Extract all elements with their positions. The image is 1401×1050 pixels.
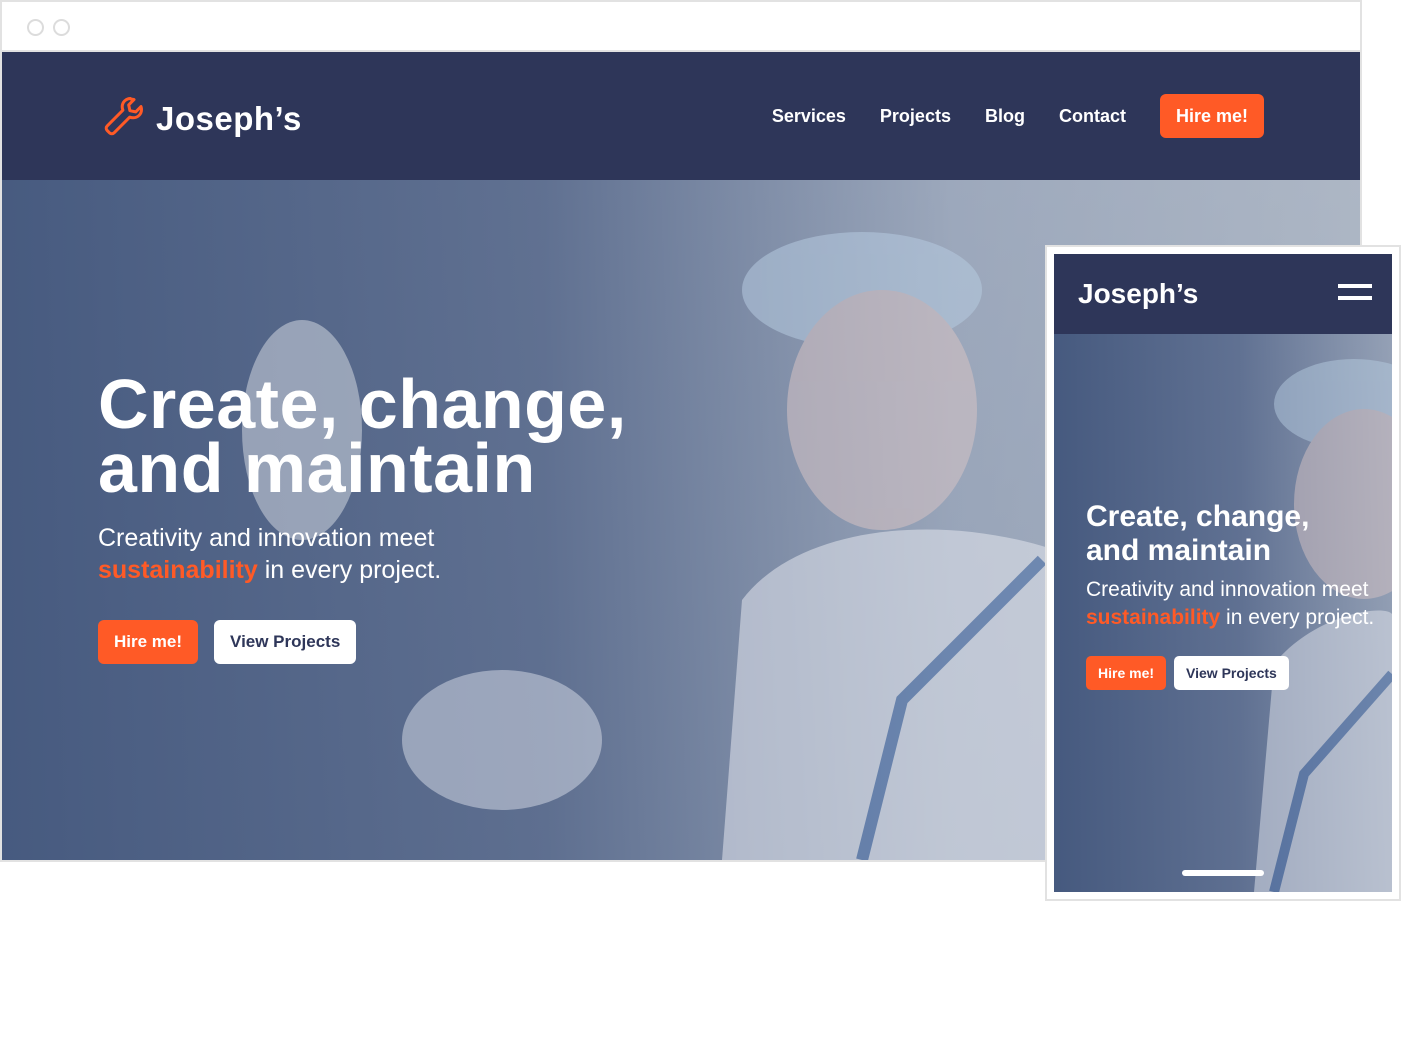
hero-content: Create, change, and maintain Creativity … xyxy=(98,369,627,664)
mobile-logo-text[interactable]: Joseph’s xyxy=(1078,278,1198,310)
hero-subtitle-end: in every project. xyxy=(257,556,442,584)
mobile-hire-me-button[interactable]: Hire me! xyxy=(1086,656,1167,690)
wrench-icon xyxy=(102,94,146,143)
mobile-hero-title-line1: Create, change, xyxy=(1086,500,1310,533)
mobile-hero-title: Create, change, and maintain xyxy=(1086,500,1386,568)
header-hire-me-button[interactable]: Hire me! xyxy=(1159,94,1264,138)
site-header: Joseph’s Services Projects Blog Contact … xyxy=(2,52,1360,180)
hero-subtitle-accent: sustainability xyxy=(98,556,258,584)
mobile-hero-content: Create, change, and maintain Creativity … xyxy=(1086,500,1386,690)
window-control-dot[interactable] xyxy=(27,19,44,36)
hero-buttons: Hire me! View Projects xyxy=(98,620,627,664)
worker-face-shape xyxy=(787,290,977,530)
logo-text: Joseph’s xyxy=(156,99,302,137)
mobile-hero-subtitle-accent: sustainability xyxy=(1086,606,1221,629)
nav-link-services[interactable]: Services xyxy=(772,106,846,127)
main-nav: Services Projects Blog Contact Hire me! xyxy=(772,94,1264,138)
nav-link-projects[interactable]: Projects xyxy=(880,106,951,127)
mobile-view-projects-button[interactable]: View Projects xyxy=(1174,656,1289,690)
mobile-screen: Joseph’s Create, change, and maintain Cr… xyxy=(1054,254,1392,892)
mobile-hero-subtitle: Creativity and innovation meet sustainab… xyxy=(1086,576,1386,632)
nav-link-contact[interactable]: Contact xyxy=(1059,106,1126,127)
mobile-hero-subtitle-text: Creativity and innovation meet xyxy=(1086,578,1369,601)
home-indicator-bar[interactable] xyxy=(1182,870,1264,876)
mobile-hero-title-line2: and maintain xyxy=(1086,534,1272,567)
mobile-hero-buttons: Hire me! View Projects xyxy=(1086,656,1386,690)
mobile-hero-section: Create, change, and maintain Creativity … xyxy=(1054,334,1392,892)
hero-hire-me-button[interactable]: Hire me! xyxy=(98,620,199,664)
mobile-hero-subtitle-end: in every project. xyxy=(1220,606,1375,629)
mobile-device-mockup: Joseph’s Create, change, and maintain Cr… xyxy=(1045,245,1401,901)
hero-view-projects-button[interactable]: View Projects xyxy=(214,620,357,664)
hero-title: Create, change, and maintain xyxy=(98,369,627,503)
site-logo[interactable]: Joseph’s xyxy=(102,94,302,143)
window-control-dot[interactable] xyxy=(53,19,70,36)
nav-link-blog[interactable]: Blog xyxy=(985,106,1025,127)
hamburger-menu-icon[interactable] xyxy=(1338,284,1372,304)
browser-title-bar xyxy=(2,2,1360,52)
hero-subtitle: Creativity and innovation meet sustainab… xyxy=(98,522,627,586)
hero-title-line2: and maintain xyxy=(98,429,536,507)
worker-glove-shape xyxy=(402,670,602,810)
hero-subtitle-text: Creativity and innovation meet xyxy=(98,524,435,552)
mobile-header: Joseph’s xyxy=(1054,254,1392,334)
